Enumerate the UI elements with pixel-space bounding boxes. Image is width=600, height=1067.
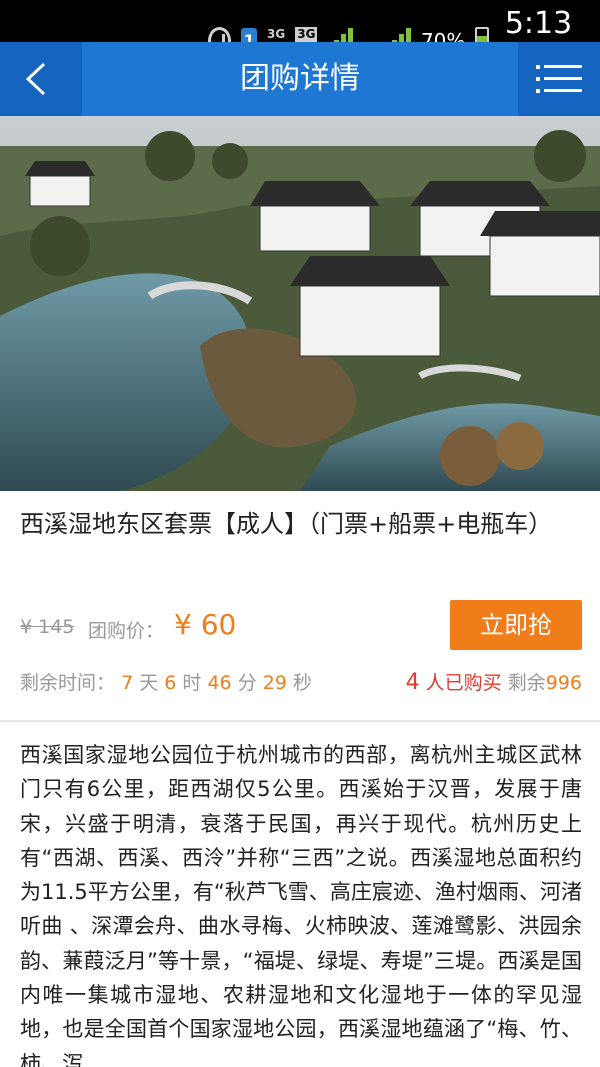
original-price: ¥ 145 (20, 616, 75, 638)
countdown-minutes: 46 (207, 672, 232, 694)
countdown-row: 剩余时间： 7 天 6 时 46 分 29 秒 4 人已购买 剩余996 (20, 668, 582, 698)
divider (0, 720, 600, 722)
group-price: ¥ 60 (174, 608, 237, 641)
product-image (0, 116, 600, 491)
countdown-minutes-unit: 分 (237, 672, 257, 694)
countdown-label: 剩余时间： (20, 672, 116, 694)
countdown-seconds-unit: 秒 (293, 672, 313, 694)
countdown-seconds: 29 (262, 672, 287, 694)
price-row: ¥ 145 团购价： ¥ 60 立即抢 (20, 600, 582, 650)
countdown-hours: 6 (164, 672, 177, 694)
countdown-days: 7 (121, 672, 134, 694)
product-title: 西溪湿地东区套票【成人】（门票+船票+电瓶车） (20, 510, 553, 538)
bought-count: 4 (405, 670, 420, 695)
description-text: 西溪国家湿地公园位于杭州城市的西部，离杭州主城区武林门只有6公里，距西湖仅5公里… (20, 743, 582, 1067)
remaining-label: 剩余 (507, 672, 546, 694)
remaining-count: 996 (545, 672, 582, 694)
back-arrow-icon (25, 62, 46, 96)
status-bar: 1 3G ⇅ 3G 1X G 70% 5:13 PM (0, 0, 600, 76)
back-button[interactable] (0, 42, 82, 116)
page-title: 团购详情 (240, 61, 360, 96)
countdown-hours-unit: 时 (182, 672, 202, 694)
bought-label: 人已购买 (425, 672, 502, 694)
menu-button[interactable] (518, 42, 600, 116)
sales-info: 4 人已购买 剩余996 (406, 668, 582, 695)
countdown-days-unit: 天 (139, 672, 159, 694)
buy-now-button[interactable]: 立即抢 (450, 600, 582, 650)
title-bar: 团购详情 (0, 42, 600, 116)
menu-icon (536, 65, 582, 93)
group-price-label: 团购价： (88, 620, 165, 642)
